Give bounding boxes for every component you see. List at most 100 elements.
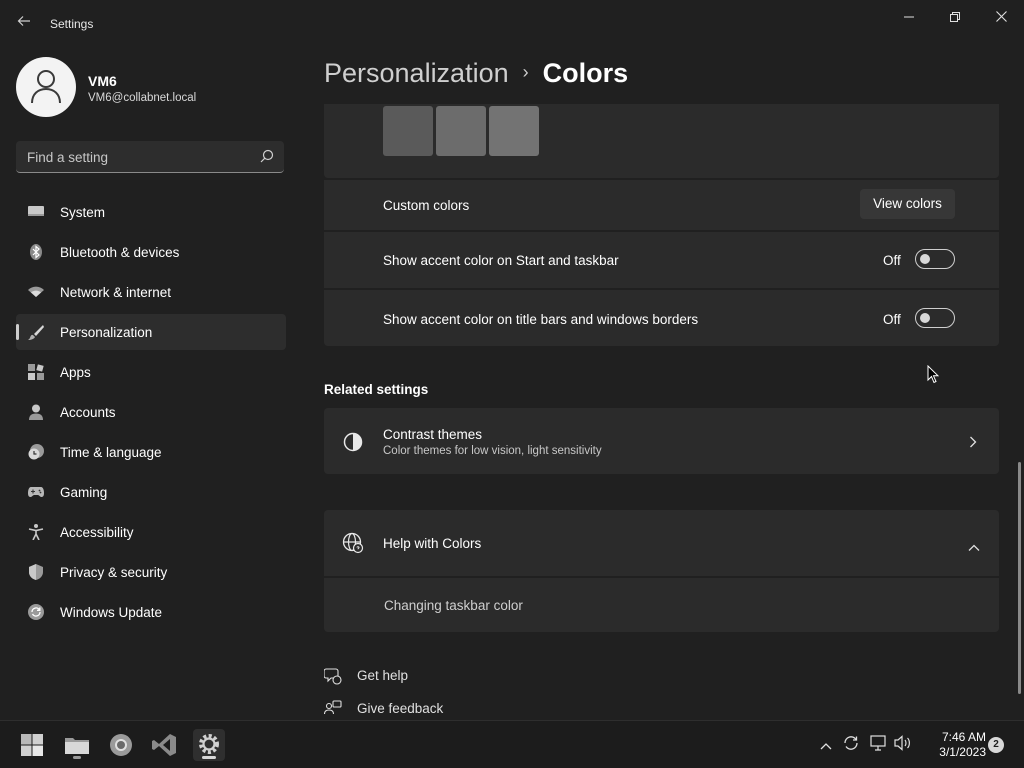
chevron-up-icon[interactable] (820, 738, 832, 753)
related-settings-title: Related settings (324, 382, 429, 397)
custom-colors-label: Custom colors (383, 198, 470, 213)
title-bar: Settings (0, 0, 1024, 48)
accent-titlebar-toggle[interactable] (915, 308, 955, 328)
accent-start-row: Show accent color on Start and taskbar O… (324, 232, 999, 288)
custom-colors-row: Custom colors View colors (324, 180, 999, 230)
sidebar-item-label: Apps (60, 365, 91, 380)
person-icon (28, 404, 44, 420)
scrollbar-thumb[interactable] (1018, 462, 1021, 694)
avatar[interactable] (16, 57, 76, 117)
minimize-icon[interactable] (886, 0, 932, 32)
brush-icon (28, 324, 44, 340)
notification-badge[interactable]: 2 (988, 737, 1004, 753)
gamepad-icon (28, 484, 44, 500)
sidebar-item-accounts[interactable]: Accounts (16, 394, 286, 430)
sidebar-item-label: Time & language (60, 445, 162, 460)
sidebar-item-label: Personalization (60, 325, 153, 340)
sidebar-item-label: Accounts (60, 405, 116, 420)
wifi-icon (28, 284, 44, 300)
clock-date: 3/1/2023 (939, 745, 986, 759)
help-card-header[interactable]: Help with Colors (324, 510, 999, 576)
help-link[interactable]: Changing taskbar color (384, 598, 523, 613)
accent-start-state: Off (883, 253, 901, 268)
app-title: Settings (50, 17, 94, 31)
accent-titlebar-state: Off (883, 312, 901, 327)
mouse-cursor-icon (927, 364, 940, 389)
search-placeholder: Find a setting (27, 150, 109, 165)
contrast-themes-description: Color themes for low vision, light sensi… (383, 445, 602, 457)
sidebar-item-privacy[interactable]: Privacy & security (16, 554, 286, 590)
update-icon (28, 604, 44, 620)
get-help-label: Get help (357, 668, 409, 683)
accent-start-label: Show accent color on Start and taskbar (383, 253, 619, 268)
breadcrumb: Personalization › Colors (324, 58, 628, 94)
contrast-themes-card[interactable]: Contrast themes Color themes for low vis… (324, 408, 999, 474)
user-profile[interactable]: VM6 VM6@collabnet.local (16, 57, 286, 117)
arrow-left-icon[interactable] (12, 12, 36, 36)
clock-globe-icon (28, 444, 44, 460)
sync-icon[interactable] (843, 735, 859, 754)
search-input[interactable]: Find a setting (16, 141, 284, 173)
running-indicator (73, 756, 81, 759)
user-email: VM6@collabnet.local (88, 92, 197, 104)
sidebar-item-label: Accessibility (60, 525, 134, 540)
visual-studio-icon[interactable] (149, 729, 181, 761)
color-swatch[interactable] (383, 106, 433, 156)
user-name: VM6 (88, 73, 117, 89)
apps-icon (28, 364, 44, 380)
settings-icon[interactable] (193, 729, 225, 761)
sidebar-item-label: Bluetooth & devices (60, 245, 180, 260)
page-title: Colors (542, 58, 629, 88)
help-title: Help with Colors (383, 536, 482, 551)
sidebar-item-label: System (60, 205, 106, 220)
sidebar-item-time-language[interactable]: Time & language (16, 434, 286, 470)
accent-titlebar-row: Show accent color on title bars and wind… (324, 290, 999, 346)
chevron-right-icon (969, 435, 977, 453)
toggle-knob (920, 313, 930, 323)
sidebar-item-accessibility[interactable]: Accessibility (16, 514, 286, 550)
bluetooth-icon (28, 244, 44, 260)
taskbar-clock[interactable]: 7:46 AM 3/1/2023 (920, 730, 986, 760)
accent-start-toggle[interactable] (915, 249, 955, 269)
sidebar-item-personalization[interactable]: Personalization (16, 314, 286, 350)
breadcrumb-parent[interactable]: Personalization (324, 58, 509, 88)
sidebar-item-system[interactable]: System (16, 194, 286, 230)
chrome-icon[interactable] (105, 729, 137, 761)
help-card-body: Changing taskbar color (324, 578, 999, 632)
windows-start-icon[interactable] (16, 729, 48, 761)
sidebar-item-apps[interactable]: Apps (16, 354, 286, 390)
active-indicator (202, 756, 216, 759)
monitor-icon (28, 204, 44, 220)
restore-icon[interactable] (932, 0, 978, 32)
search-icon[interactable] (260, 149, 274, 168)
taskbar: 7:46 AM 3/1/2023 2 (0, 720, 1024, 768)
clock-time: 7:46 AM (941, 730, 986, 744)
chevron-right-icon: › (522, 62, 529, 82)
sidebar-item-label: Privacy & security (60, 565, 168, 580)
close-icon[interactable] (978, 0, 1024, 32)
volume-icon[interactable] (894, 735, 912, 754)
chevron-up-icon[interactable] (968, 539, 980, 557)
help-chat-icon (323, 667, 342, 690)
sidebar-item-label: Network & internet (60, 285, 172, 300)
view-colors-button[interactable]: View colors (860, 189, 955, 219)
shield-icon (28, 564, 44, 580)
accessibility-icon (28, 524, 44, 541)
sidebar-item-gaming[interactable]: Gaming (16, 474, 286, 510)
contrast-themes-title: Contrast themes (383, 427, 483, 442)
color-swatch[interactable] (436, 106, 486, 156)
sidebar-item-network[interactable]: Network & internet (16, 274, 286, 310)
sidebar-nav: System Bluetooth & devices Network & int… (16, 194, 286, 634)
sidebar-item-bluetooth[interactable]: Bluetooth & devices (16, 234, 286, 270)
sidebar-item-windows-update[interactable]: Windows Update (16, 594, 286, 630)
sidebar-item-label: Gaming (60, 485, 108, 500)
network-icon[interactable] (870, 735, 888, 754)
accent-titlebar-label: Show accent color on title bars and wind… (383, 312, 699, 327)
color-swatch[interactable] (489, 106, 539, 156)
sidebar-item-label: Windows Update (60, 605, 163, 620)
file-explorer-icon[interactable] (61, 729, 93, 761)
give-feedback-label: Give feedback (357, 701, 444, 716)
globe-help-icon (342, 532, 364, 559)
toggle-knob (920, 254, 930, 264)
contrast-icon (343, 432, 363, 457)
